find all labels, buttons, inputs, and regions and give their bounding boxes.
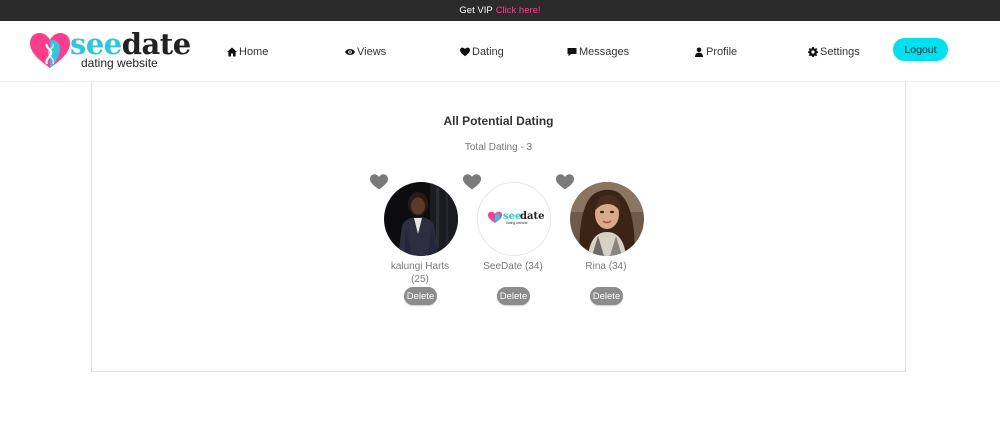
nav-settings-label: Settings xyxy=(820,45,860,58)
header: seedate dating website Home Views Dating… xyxy=(0,21,1000,82)
logo-heart-icon xyxy=(30,33,70,68)
eye-icon xyxy=(345,48,355,55)
nav-dating[interactable]: Dating xyxy=(460,21,504,82)
svg-text:dating website: dating website xyxy=(506,221,528,225)
nav-profile[interactable]: Profile xyxy=(694,21,737,82)
heart-icon xyxy=(460,47,470,56)
avatar[interactable]: see date dating website xyxy=(477,182,551,256)
nav-views-label: Views xyxy=(357,45,387,58)
user-icon xyxy=(695,47,703,57)
vip-text: Get VIP xyxy=(459,5,493,16)
vip-link[interactable]: Click here! xyxy=(496,5,541,16)
nav-dating-label: Dating xyxy=(472,45,504,58)
delete-button[interactable]: Delete xyxy=(497,287,530,305)
gear-icon xyxy=(808,46,818,57)
nav-profile-label: Profile xyxy=(706,45,738,58)
delete-button[interactable]: Delete xyxy=(404,287,437,305)
nav-home[interactable]: Home xyxy=(227,21,268,82)
nav-messages-label: Messages xyxy=(579,45,630,58)
nav-home-label: Home xyxy=(239,45,269,58)
favorite-heart-icon[interactable] xyxy=(463,174,481,190)
match-name: SeeDate (34) xyxy=(483,261,543,272)
vip-banner: Get VIP Click here! xyxy=(0,0,1000,21)
logo-tagline: dating website xyxy=(81,56,158,70)
chat-icon xyxy=(567,47,577,56)
page-title: All Potential Dating xyxy=(443,114,554,128)
nav-messages[interactable]: Messages xyxy=(567,21,629,82)
logo[interactable]: seedate dating website xyxy=(30,27,191,72)
dating-panel: All Potential Dating Total Dating - 3 ka… xyxy=(91,82,906,372)
nav-views[interactable]: Views xyxy=(345,21,386,82)
delete-button[interactable]: Delete xyxy=(590,287,623,305)
home-icon xyxy=(227,47,237,56)
avatar[interactable] xyxy=(384,182,458,256)
dating-count: Total Dating - 3 xyxy=(464,142,533,153)
logout-button[interactable]: Logout xyxy=(893,38,948,61)
match-name: kalungi Harts (25) xyxy=(390,261,450,285)
favorite-heart-icon[interactable] xyxy=(556,174,574,190)
nav-settings[interactable]: Settings xyxy=(808,21,860,82)
favorite-heart-icon[interactable] xyxy=(370,174,388,190)
match-name: Rina (34) xyxy=(585,261,627,272)
avatar[interactable] xyxy=(570,182,644,256)
